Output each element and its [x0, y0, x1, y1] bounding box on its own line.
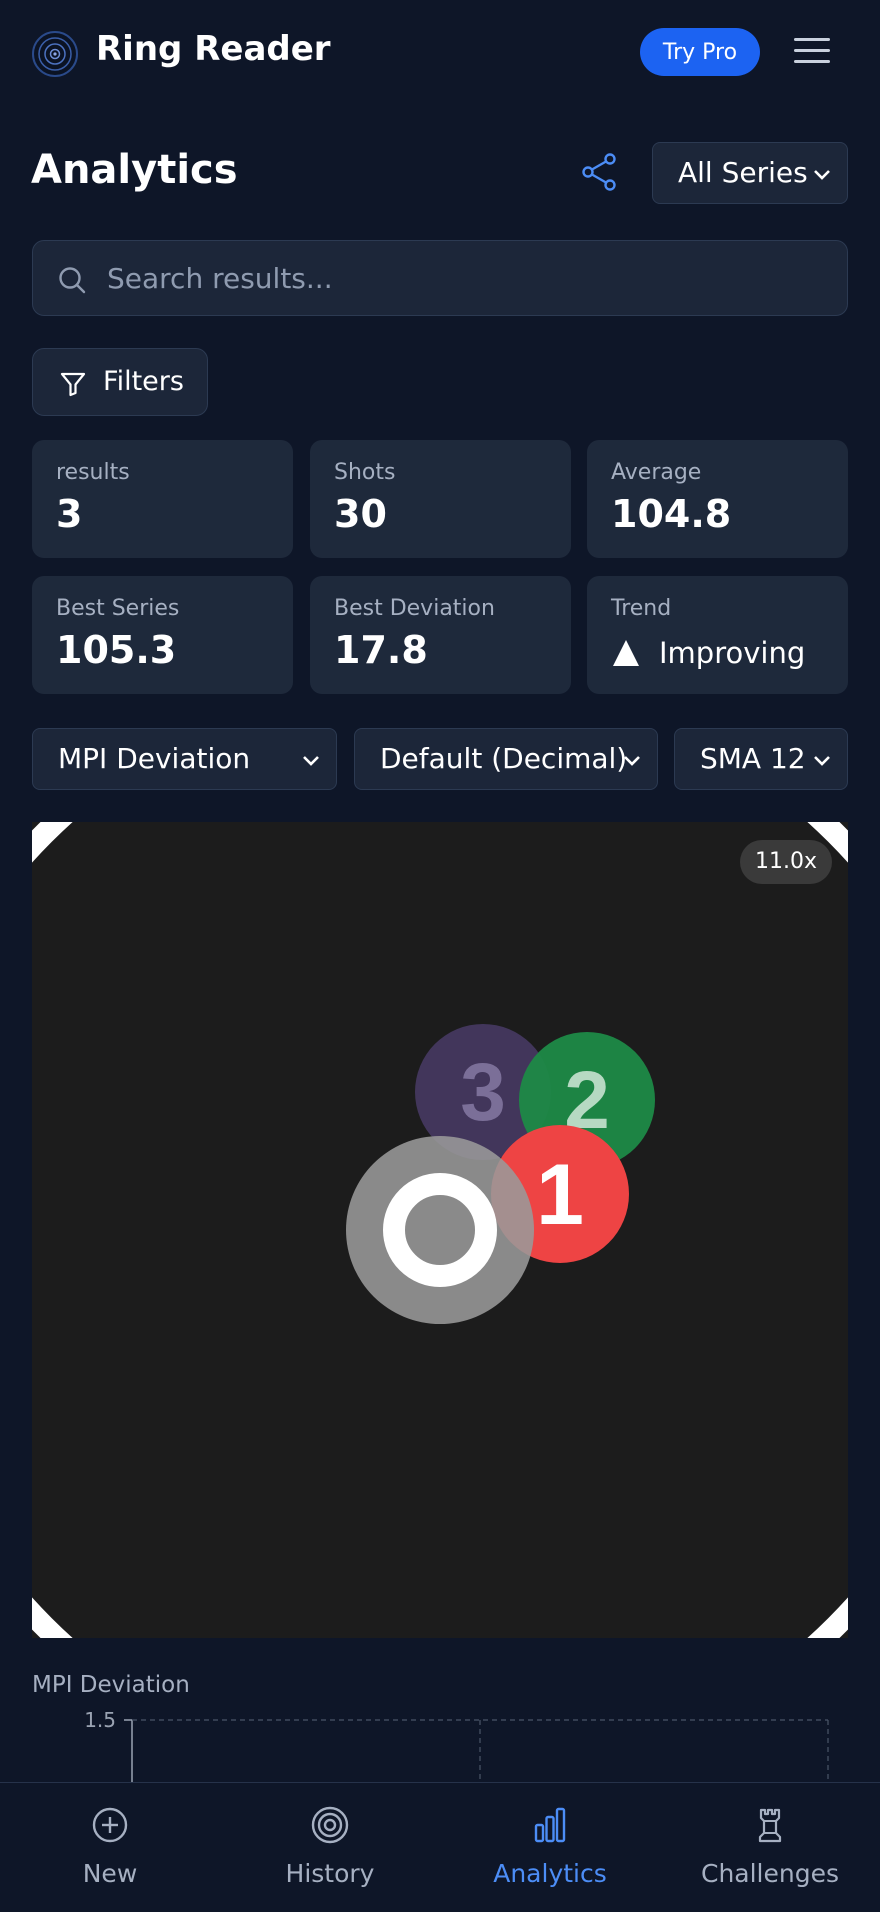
- trend-up-triangle-icon: [613, 640, 639, 666]
- nav-label: New: [82, 1859, 138, 1888]
- try-pro-button[interactable]: Try Pro: [640, 28, 760, 76]
- stat-card-shots: Shots 30: [310, 440, 571, 558]
- stat-value: 105.3: [56, 628, 177, 672]
- nav-label: History: [285, 1859, 375, 1888]
- hamburger-menu-icon[interactable]: [792, 34, 832, 68]
- chess-rook-icon: [758, 1808, 782, 1843]
- stat-value: 30: [334, 492, 387, 536]
- filters-label: Filters: [103, 366, 184, 397]
- stat-label: results: [56, 460, 130, 485]
- share-icon[interactable]: [578, 150, 622, 194]
- plus-circle-icon: [92, 1807, 128, 1843]
- filters-button[interactable]: Filters: [32, 348, 208, 416]
- y-tick-label: 1.5: [84, 1708, 116, 1732]
- stat-card-average: Average 104.8: [587, 440, 848, 558]
- metric-select-value: MPI Deviation: [58, 742, 251, 775]
- mpi-deviation-chart: 1.5: [84, 1708, 829, 1782]
- nav-item-analytics[interactable]: Analytics: [440, 1783, 660, 1912]
- target-face: 3 2 1: [32, 822, 848, 1638]
- chevron-down-icon: [624, 756, 640, 766]
- stat-value: 3: [56, 492, 83, 536]
- smoothing-select-value: SMA 12: [700, 742, 806, 775]
- app-title: Ring Reader: [96, 29, 331, 69]
- top-bar: Ring Reader Try Pro: [0, 0, 880, 104]
- metric-select[interactable]: MPI Deviation: [32, 728, 337, 790]
- search-icon: [59, 267, 86, 294]
- filter-funnel-icon: [60, 372, 86, 397]
- group-center-marker: [346, 1136, 534, 1324]
- search-box: [32, 240, 848, 316]
- nav-item-history[interactable]: History: [220, 1783, 440, 1912]
- chevron-down-icon: [814, 756, 830, 766]
- stat-value: 17.8: [334, 628, 428, 672]
- target-logo-icon[interactable]: [31, 30, 79, 78]
- stat-label: Average: [611, 460, 702, 485]
- trend-value: Improving: [659, 636, 806, 670]
- stat-card-best-series: Best Series 105.3: [32, 576, 293, 694]
- bar-chart-icon: [534, 1807, 566, 1843]
- nav-item-challenges[interactable]: Challenges: [660, 1783, 880, 1912]
- series-select-value: All Series: [678, 156, 808, 189]
- smoothing-select[interactable]: SMA 12: [674, 728, 848, 790]
- stat-label: Best Series: [56, 596, 180, 621]
- target-view[interactable]: 3 2 1: [32, 822, 848, 1638]
- nav-label: Challenges: [700, 1859, 839, 1888]
- stat-label: Shots: [334, 460, 396, 485]
- stat-value: 104.8: [611, 492, 732, 536]
- zoom-badge: 11.0x: [740, 840, 832, 884]
- analytics-page: Ring Reader Try Pro Analytics All Series: [0, 0, 880, 1912]
- target-rings-icon: [311, 1806, 349, 1844]
- page-title: Analytics: [31, 147, 238, 193]
- svg-text:1: 1: [536, 1147, 584, 1243]
- series-select[interactable]: All Series: [652, 142, 848, 204]
- stat-label: Trend: [611, 596, 672, 621]
- stat-label: Best Deviation: [334, 596, 495, 621]
- chevron-down-icon: [814, 170, 830, 180]
- search-input[interactable]: [107, 255, 827, 301]
- nav-label: Analytics: [493, 1859, 607, 1888]
- format-select-value: Default (Decimal): [380, 742, 628, 775]
- bottom-nav: New History Analytics Challenges: [0, 1782, 880, 1912]
- chart-title: MPI Deviation: [32, 1672, 190, 1698]
- chevron-down-icon: [303, 756, 319, 766]
- svg-text:3: 3: [460, 1047, 506, 1138]
- stat-card-trend: Trend Improving: [587, 576, 848, 694]
- stat-card-results: results 3: [32, 440, 293, 558]
- format-select[interactable]: Default (Decimal): [354, 728, 658, 790]
- stat-card-best-deviation: Best Deviation 17.8: [310, 576, 571, 694]
- nav-item-new[interactable]: New: [0, 1783, 220, 1912]
